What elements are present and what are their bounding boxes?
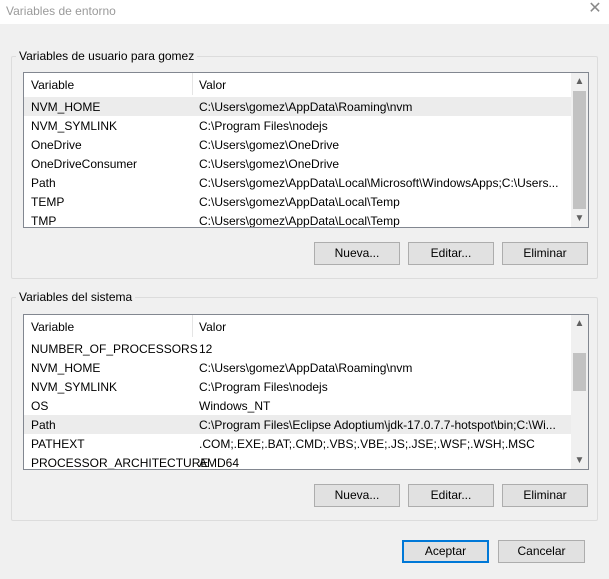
window-title: Variables de entorno <box>6 4 116 18</box>
chevron-down-icon[interactable]: ▼ <box>571 452 588 469</box>
system-variables-legend: Variables del sistema <box>16 290 136 304</box>
variable-name: OneDrive <box>31 138 82 152</box>
variable-value: C:\Users\gomez\AppData\Local\Temp <box>199 214 400 228</box>
variable-value: AMD64 <box>199 456 240 470</box>
system-list-header: Variable Valor <box>24 315 572 337</box>
table-row[interactable]: PROCESSOR_ARCHITECTURE AMD64 <box>24 453 572 470</box>
variable-value: C:\Users\gomez\OneDrive <box>199 138 340 152</box>
user-new-button[interactable]: Nueva... <box>314 242 400 265</box>
scroll-thumb[interactable] <box>573 353 586 391</box>
variable-value: C:\Users\gomez\AppData\Roaming\nvm <box>199 100 413 114</box>
table-row[interactable]: Path C:\Program Files\Eclipse Adoptium\jd… <box>24 415 572 434</box>
scroll-thumb[interactable] <box>573 91 586 209</box>
accept-button[interactable]: Aceptar <box>402 540 489 563</box>
table-row[interactable]: NVM_HOME C:\Users\gomez\AppData\Roaming\n… <box>24 97 572 116</box>
column-separator[interactable] <box>192 315 193 337</box>
system-new-button[interactable]: Nueva... <box>314 484 400 507</box>
variable-name: NVM_HOME <box>31 361 101 375</box>
variable-value: Windows_NT <box>199 399 271 413</box>
chevron-down-icon[interactable]: ▼ <box>571 210 588 227</box>
table-row[interactable]: OS Windows_NT <box>24 396 572 415</box>
column-header-value[interactable]: Valor <box>199 320 226 334</box>
table-row[interactable]: PATHEXT .COM;.EXE;.BAT;.CMD;.VBS;.VBE;.JS… <box>24 434 572 453</box>
table-row[interactable]: Path C:\Users\gomez\AppData\Local\Microso… <box>24 173 572 192</box>
variable-name: PROCESSOR_ARCHITECTURE <box>31 456 209 470</box>
chevron-up-icon[interactable]: ▲ <box>571 315 588 332</box>
title-bar: Variables de entorno ✕ <box>0 0 609 24</box>
variable-name: NUMBER_OF_PROCESSORS <box>31 342 198 356</box>
variable-value: C:\Program Files\nodejs <box>199 380 328 394</box>
table-row[interactable]: TMP C:\Users\gomez\AppData\Local\Temp <box>24 211 572 228</box>
user-list-header: Variable Valor <box>24 73 572 95</box>
variable-value: C:\Users\gomez\AppData\Local\Microsoft\W… <box>199 176 559 190</box>
column-separator[interactable] <box>192 73 193 95</box>
user-list-scrollbar[interactable]: ▲ ▼ <box>571 73 588 227</box>
table-row[interactable]: NVM_HOME C:\Users\gomez\AppData\Roaming\n… <box>24 358 572 377</box>
column-header-value[interactable]: Valor <box>199 78 226 92</box>
variable-value: C:\Users\gomez\OneDrive <box>199 157 340 171</box>
variable-value: C:\Program Files\Eclipse Adoptium\jdk-17… <box>199 418 556 432</box>
table-row[interactable]: NUMBER_OF_PROCESSORS 12 <box>24 339 572 358</box>
table-row[interactable]: OneDrive C:\Users\gomez\OneDrive <box>24 135 572 154</box>
system-variables-list[interactable]: Variable Valor NUMBER_OF_PROCESSORS 12 NVM… <box>23 314 589 470</box>
close-icon[interactable]: ✕ <box>587 1 603 17</box>
variable-name: Path <box>31 176 56 190</box>
column-header-variable[interactable]: Variable <box>31 320 74 334</box>
variable-name: PATHEXT <box>31 437 85 451</box>
variable-value: C:\Program Files\nodejs <box>199 119 328 133</box>
variable-name: TEMP <box>31 195 65 209</box>
user-variables-legend: Variables de usuario para gomez <box>16 49 198 63</box>
variable-value: C:\Users\gomez\AppData\Local\Temp <box>199 195 400 209</box>
variable-name: NVM_HOME <box>31 100 101 114</box>
table-row[interactable]: NVM_SYMLINK C:\Program Files\nodejs <box>24 116 572 135</box>
system-delete-button[interactable]: Eliminar <box>502 484 588 507</box>
system-list-scrollbar[interactable]: ▲ ▼ <box>571 315 588 469</box>
cancel-button[interactable]: Cancelar <box>498 540 585 563</box>
variable-value: 12 <box>199 342 213 356</box>
variable-value: .COM;.EXE;.BAT;.CMD;.VBS;.VBE;.JS;.JSE;.… <box>199 437 535 451</box>
variable-name: Path <box>31 418 56 432</box>
table-row[interactable]: OneDriveConsumer C:\Users\gomez\OneDrive <box>24 154 572 173</box>
table-row[interactable]: TEMP C:\Users\gomez\AppData\Local\Temp <box>24 192 572 211</box>
system-edit-button[interactable]: Editar... <box>408 484 494 507</box>
table-row[interactable]: NVM_SYMLINK C:\Program Files\nodejs <box>24 377 572 396</box>
chevron-up-icon[interactable]: ▲ <box>571 73 588 90</box>
column-header-variable[interactable]: Variable <box>31 78 74 92</box>
variable-name: OS <box>31 399 49 413</box>
variable-name: NVM_SYMLINK <box>31 119 118 133</box>
user-delete-button[interactable]: Eliminar <box>502 242 588 265</box>
user-variables-list[interactable]: Variable Valor NVM_HOME C:\Users\gomez\Ap… <box>23 72 589 228</box>
variable-name: NVM_SYMLINK <box>31 380 118 394</box>
variable-name: OneDriveConsumer <box>31 157 138 171</box>
user-edit-button[interactable]: Editar... <box>408 242 494 265</box>
variable-name: TMP <box>31 214 57 228</box>
variable-value: C:\Users\gomez\AppData\Roaming\nvm <box>199 361 413 375</box>
